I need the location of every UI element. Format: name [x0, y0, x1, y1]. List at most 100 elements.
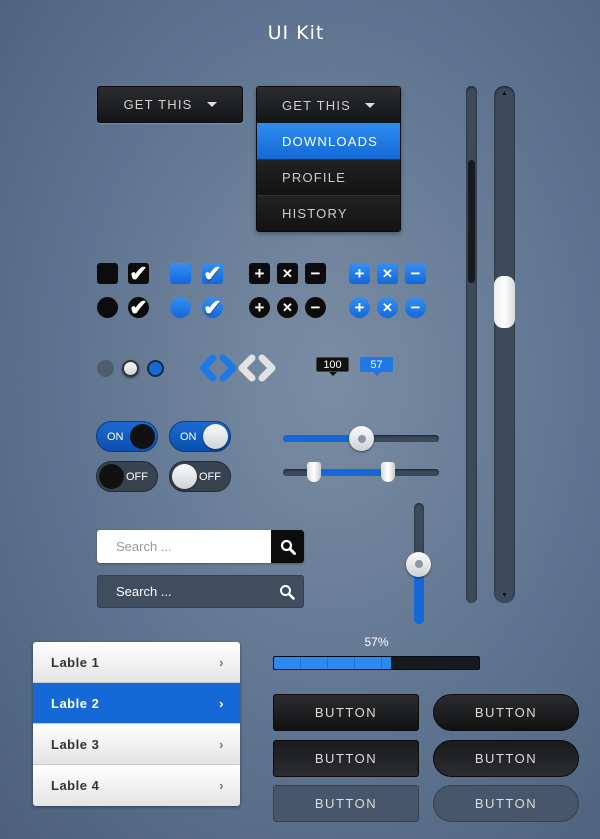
search-box-light — [97, 530, 304, 563]
toggle-knob — [99, 464, 124, 489]
toggle-knob — [130, 424, 155, 449]
toggle-label: ON — [180, 430, 197, 443]
list-item-label: Lable 3 — [51, 736, 100, 752]
plus-round-button[interactable]: + — [249, 297, 270, 318]
wide-scrollbar[interactable]: ▲ ▼ — [494, 86, 515, 603]
toggle-label: OFF — [126, 470, 148, 483]
dropdown-header[interactable]: GET THIS — [257, 87, 400, 123]
minus-icon: − — [310, 298, 321, 317]
minus-round-button[interactable]: − — [305, 297, 326, 318]
page-title: UI Kit — [267, 22, 325, 44]
checkbox-unchecked[interactable] — [97, 263, 118, 284]
chevron-right-icon: › — [219, 778, 224, 793]
range-thumb-min[interactable] — [307, 462, 322, 482]
list-item[interactable]: Lable 3 › — [33, 724, 240, 765]
menu-item-downloads[interactable]: DOWNLOADS — [257, 123, 400, 159]
progress-label: 57% — [364, 635, 389, 649]
checkbox-blue-unchecked[interactable] — [170, 263, 191, 284]
scrollbar-thumb[interactable] — [468, 160, 475, 283]
plus-round-button-blue[interactable]: + — [349, 297, 370, 318]
close-round-button-blue[interactable]: ✕ — [377, 297, 398, 318]
plus-button[interactable]: + — [249, 263, 270, 284]
minus-round-button-blue[interactable]: − — [405, 297, 426, 318]
toggle-label: ON — [107, 430, 124, 443]
toggle-on-dark[interactable]: ON — [96, 421, 158, 452]
check-icon: ✔ — [203, 260, 222, 286]
caret-down-icon — [365, 102, 376, 108]
close-icon: ✕ — [282, 266, 293, 281]
minus-button-blue[interactable]: − — [405, 263, 426, 284]
checkbox-checked[interactable]: ✔ — [128, 260, 149, 286]
list: Lable 1 › Lable 2 › Lable 3 › Lable 4 › — [33, 642, 240, 806]
list-item[interactable]: Lable 4 › — [33, 765, 240, 806]
button-label: GET THIS — [123, 97, 193, 112]
toggle-off-light[interactable]: OFF — [169, 461, 231, 492]
radio-blue-unchecked[interactable] — [170, 297, 191, 318]
scrollbar-thumb[interactable] — [494, 276, 515, 328]
close-icon: ✕ — [382, 300, 393, 315]
check-icon: ✔ — [203, 294, 222, 320]
scroll-down-icon[interactable]: ▼ — [501, 592, 508, 599]
radio-blue-checked[interactable]: ✔ — [202, 294, 223, 320]
close-icon: ✕ — [382, 266, 393, 281]
slider[interactable] — [283, 426, 439, 451]
close-round-button[interactable]: ✕ — [277, 297, 298, 318]
progress-fill — [274, 657, 391, 669]
close-icon: ✕ — [282, 300, 293, 315]
slider-thumb[interactable] — [349, 426, 374, 451]
range-thumb-max[interactable] — [380, 462, 395, 482]
dropdown-label: GET THIS — [281, 97, 352, 113]
plus-icon: + — [254, 298, 265, 317]
button-slate[interactable]: BUTTON — [273, 785, 419, 822]
button-dark-pressed[interactable]: BUTTON — [273, 740, 419, 777]
chevron-right-icon — [258, 354, 276, 382]
list-item[interactable]: Lable 1 › — [33, 642, 240, 683]
scroll-up-icon[interactable]: ▲ — [501, 90, 508, 97]
page-dot-active[interactable] — [122, 360, 139, 377]
plus-button-blue[interactable]: + — [349, 263, 370, 284]
radio-unchecked[interactable] — [97, 297, 118, 318]
progress-bar — [273, 656, 480, 670]
page-dot[interactable] — [97, 360, 114, 377]
search-input-dark[interactable] — [98, 576, 268, 607]
list-item-label: Lable 1 — [51, 654, 100, 670]
range-slider[interactable] — [283, 462, 439, 482]
toggle-knob — [203, 424, 228, 449]
toggle-on-light[interactable]: ON — [169, 421, 231, 452]
toggle-label: OFF — [199, 470, 221, 483]
list-item-label: Lable 4 — [51, 778, 100, 793]
button-slate-pill[interactable]: BUTTON — [433, 785, 579, 822]
search-input[interactable] — [97, 530, 271, 563]
page-dot-blue[interactable] — [147, 360, 164, 377]
slider-thumb[interactable] — [406, 551, 431, 577]
toggle-off-dark[interactable]: OFF — [96, 461, 158, 492]
button-dark-pill[interactable]: BUTTON — [433, 694, 579, 731]
badge-pointer — [373, 372, 381, 376]
plus-icon: + — [354, 264, 365, 283]
minus-icon: − — [410, 264, 421, 283]
dropdown-menu: GET THIS DOWNLOADS PROFILE HISTORY — [256, 86, 401, 232]
search-button[interactable] — [271, 530, 304, 563]
menu-item-history[interactable]: HISTORY — [257, 195, 400, 231]
thumb-dot — [414, 560, 423, 568]
radio-checked[interactable]: ✔ — [128, 296, 149, 318]
checkbox-blue-checked[interactable]: ✔ — [202, 260, 223, 286]
caret-down-icon — [206, 102, 217, 107]
check-icon: ✔ — [129, 260, 148, 286]
chevron-left-icon — [238, 354, 256, 382]
thumb-dot — [357, 434, 366, 443]
close-button[interactable]: ✕ — [277, 263, 298, 284]
button-dark[interactable]: BUTTON — [273, 694, 419, 731]
get-this-dropdown-button[interactable]: GET THIS — [97, 86, 243, 123]
close-button-blue[interactable]: ✕ — [377, 263, 398, 284]
search-box-dark — [97, 575, 304, 608]
toggle-knob — [172, 464, 197, 489]
vertical-slider[interactable] — [406, 503, 431, 624]
search-icon[interactable] — [279, 584, 295, 600]
thin-scrollbar[interactable] — [466, 86, 477, 603]
arrow-buttons — [199, 354, 276, 382]
list-item-active[interactable]: Lable 2 › — [33, 683, 240, 724]
button-dark-pill-pressed[interactable]: BUTTON — [433, 740, 579, 777]
minus-button[interactable]: − — [305, 263, 326, 284]
menu-item-profile[interactable]: PROFILE — [257, 159, 400, 195]
